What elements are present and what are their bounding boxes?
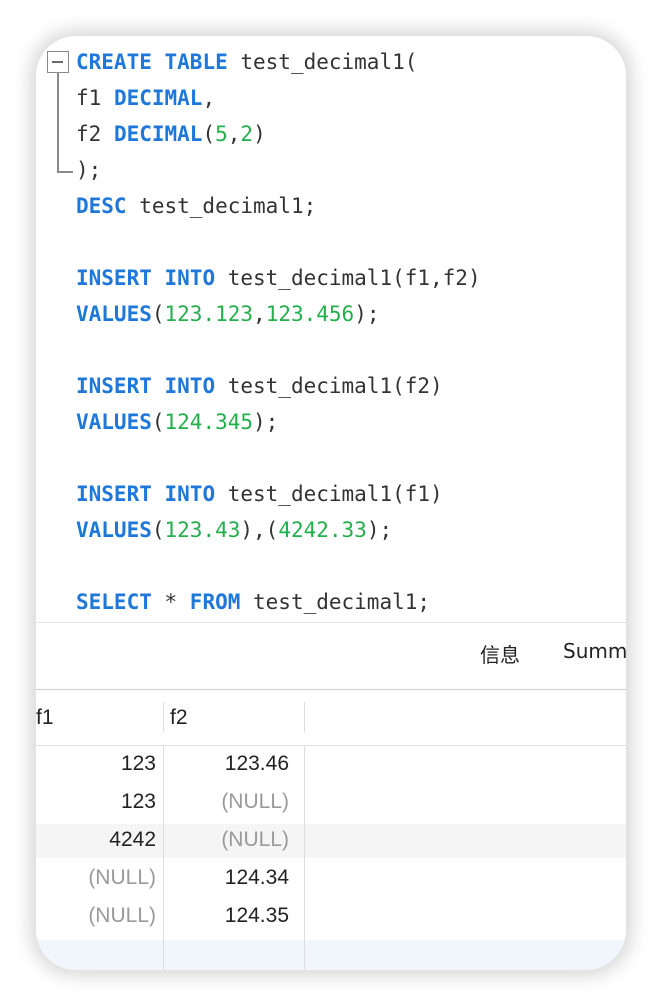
code-line[interactable]: VALUES(123.43),(4242.33); [76,512,481,548]
tab-info[interactable]: 信息 [480,639,520,668]
table-row[interactable]: 123 (NULL) [36,786,626,820]
sql-editor[interactable]: CREATE TABLE test_decimal1(f1 DECIMAL, f2… [36,36,626,622]
sql-text: ( [151,302,165,326]
code-line[interactable]: VALUES(124.345); [76,404,481,440]
column-divider[interactable] [304,702,305,732]
sql-number: 123.43 [164,518,241,542]
column-header-f1[interactable]: f1 [36,706,54,730]
column-divider [163,746,164,970]
code-line[interactable]: ​ [76,548,481,584]
sql-text: ); [253,410,279,434]
sql-text: , [202,86,216,110]
empty-row[interactable] [36,940,626,970]
sql-keyword: SELECT [76,590,152,614]
sql-keyword: INTO [164,266,216,290]
column-header-f2[interactable]: f2 [170,706,188,730]
code-line[interactable]: f1 DECIMAL, [76,80,481,116]
sql-text: ( [151,518,165,542]
sql-number: 2 [240,122,254,146]
sql-keyword: INSERT [76,374,152,398]
code-line[interactable]: f2 DECIMAL(5,2) [76,116,481,152]
result-tabbar: 信息 Summ [36,622,626,690]
sql-text: , [253,302,266,326]
table-cell-f2[interactable]: 123.46 [164,752,289,776]
grid-header: f1 f2 [36,690,626,746]
sql-number: 123.456 [265,302,355,326]
code-line[interactable]: CREATE TABLE test_decimal1( [76,44,481,80]
sql-number: 4242.33 [278,518,367,542]
sql-text: ( [202,122,216,146]
sql-text: test_decimal1; [126,194,317,218]
code-line[interactable]: SELECT * FROM test_decimal1; [76,584,481,620]
sql-text: ); [366,518,393,542]
sql-keyword: DECIMAL [113,122,203,146]
sql-text: * [151,590,190,614]
sql-text: test_decimal1(f1) [215,482,443,506]
sql-text: f2 [76,122,114,146]
table-row[interactable]: 4242 (NULL) [36,824,626,858]
editor-gutter [36,36,74,622]
sql-keyword: TABLE [164,50,228,74]
sql-text: test_decimal1(f1,f2) [215,266,481,290]
table-row[interactable]: 123 123.46 [36,748,626,782]
sql-keyword: VALUES [76,302,152,326]
fold-collapse-icon[interactable] [47,51,69,73]
sql-keyword: INTO [164,482,216,506]
table-row[interactable]: (NULL) 124.35 [36,900,626,934]
sql-text: f1 [76,86,114,110]
sql-number: 5 [215,122,228,146]
table-cell-f1[interactable]: 123 [36,790,156,814]
table-cell-f1[interactable]: 4242 [36,828,156,852]
sql-text: ) [253,122,266,146]
sql-text: , [227,122,241,146]
sql-text: ); [76,158,102,182]
table-cell-f1[interactable]: (NULL) [36,904,156,928]
fold-guide-end [57,171,73,173]
sql-keyword: DESC [76,194,127,218]
sql-keyword: DECIMAL [113,86,203,110]
table-cell-f2[interactable]: 124.35 [164,904,289,928]
fold-guide-line [57,73,59,173]
sql-text: ( [151,410,165,434]
code-line[interactable]: ​ [76,332,481,368]
column-divider[interactable] [163,702,164,732]
table-cell-f1[interactable]: 123 [36,752,156,776]
table-cell-f2[interactable]: (NULL) [164,790,289,814]
code-line[interactable]: ​ [76,440,481,476]
code-line[interactable]: INSERT INTO test_decimal1(f2) [76,368,481,404]
table-row[interactable]: (NULL) 124.34 [36,862,626,896]
sql-keyword: FROM [189,590,241,614]
sql-keyword: CREATE [76,50,152,74]
code-line[interactable]: INSERT INTO test_decimal1(f1,f2) [76,260,481,296]
window: CREATE TABLE test_decimal1(f1 DECIMAL, f2… [36,36,626,970]
sql-number: 123.123 [164,302,254,326]
code-line[interactable]: DESC test_decimal1; [76,188,481,224]
code-line[interactable]: ​ [76,224,481,260]
result-grid: f1 f2 123 123.46 123 (NULL) 4242 (NULL) (NULL)… [36,690,626,970]
code-line[interactable]: VALUES(123.123,123.456); [76,296,481,332]
sql-keyword: INSERT [76,482,152,506]
tab-summary[interactable]: Summ [563,639,626,663]
code-area[interactable]: CREATE TABLE test_decimal1(f1 DECIMAL, f2… [76,44,481,620]
sql-keyword: INTO [164,374,216,398]
sql-keyword: VALUES [76,410,152,434]
sql-text: test_decimal1; [240,590,431,614]
sql-text: ); [354,302,380,326]
sql-keyword: VALUES [76,518,152,542]
sql-number: 124.345 [164,410,254,434]
code-line[interactable]: INSERT INTO test_decimal1(f1) [76,476,481,512]
sql-text: ),( [240,518,279,542]
table-cell-f2[interactable]: 124.34 [164,866,289,890]
sql-text: test_decimal1(f2) [215,374,443,398]
sql-text: test_decimal1( [227,50,418,74]
code-line[interactable]: ); [76,152,481,188]
table-cell-f2[interactable]: (NULL) [164,828,289,852]
table-cell-f1[interactable]: (NULL) [36,866,156,890]
sql-keyword: INSERT [76,266,152,290]
column-divider [304,746,305,970]
